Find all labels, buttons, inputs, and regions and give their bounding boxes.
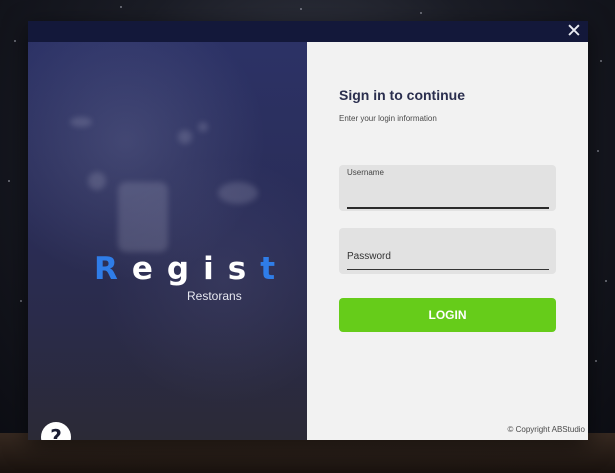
password-underline xyxy=(347,269,549,270)
logo-letter: t xyxy=(260,251,290,287)
app-logo: Regist xyxy=(94,251,289,287)
username-underline xyxy=(347,207,549,209)
copyright-text: © Copyright ABStudio xyxy=(507,425,586,434)
password-field[interactable]: Password xyxy=(339,228,556,274)
logo-letter: R xyxy=(94,251,132,287)
password-label: Password xyxy=(347,251,391,262)
signin-title: Sign in to continue xyxy=(339,87,465,103)
username-label: Username xyxy=(347,168,384,177)
signin-subtitle: Enter your login information xyxy=(339,114,437,123)
logo-letter: e xyxy=(131,251,167,287)
logo-letter: i xyxy=(203,251,228,287)
app-subtitle: Restorans xyxy=(187,289,242,303)
login-panel: Sign in to continue Enter your login inf… xyxy=(307,42,588,440)
title-bar: ✕ xyxy=(28,21,588,42)
help-button[interactable]: ? xyxy=(41,422,71,440)
username-field[interactable]: Username xyxy=(339,165,556,211)
logo-letter: s xyxy=(227,251,261,287)
branding-panel: Regist Restorans ? xyxy=(28,42,307,440)
login-window: ✕ Regist Restorans ? Sign in to continue… xyxy=(28,21,588,440)
logo-letter: g xyxy=(166,251,204,287)
login-button[interactable]: LOGIN xyxy=(339,298,556,332)
close-button[interactable]: ✕ xyxy=(564,22,584,42)
